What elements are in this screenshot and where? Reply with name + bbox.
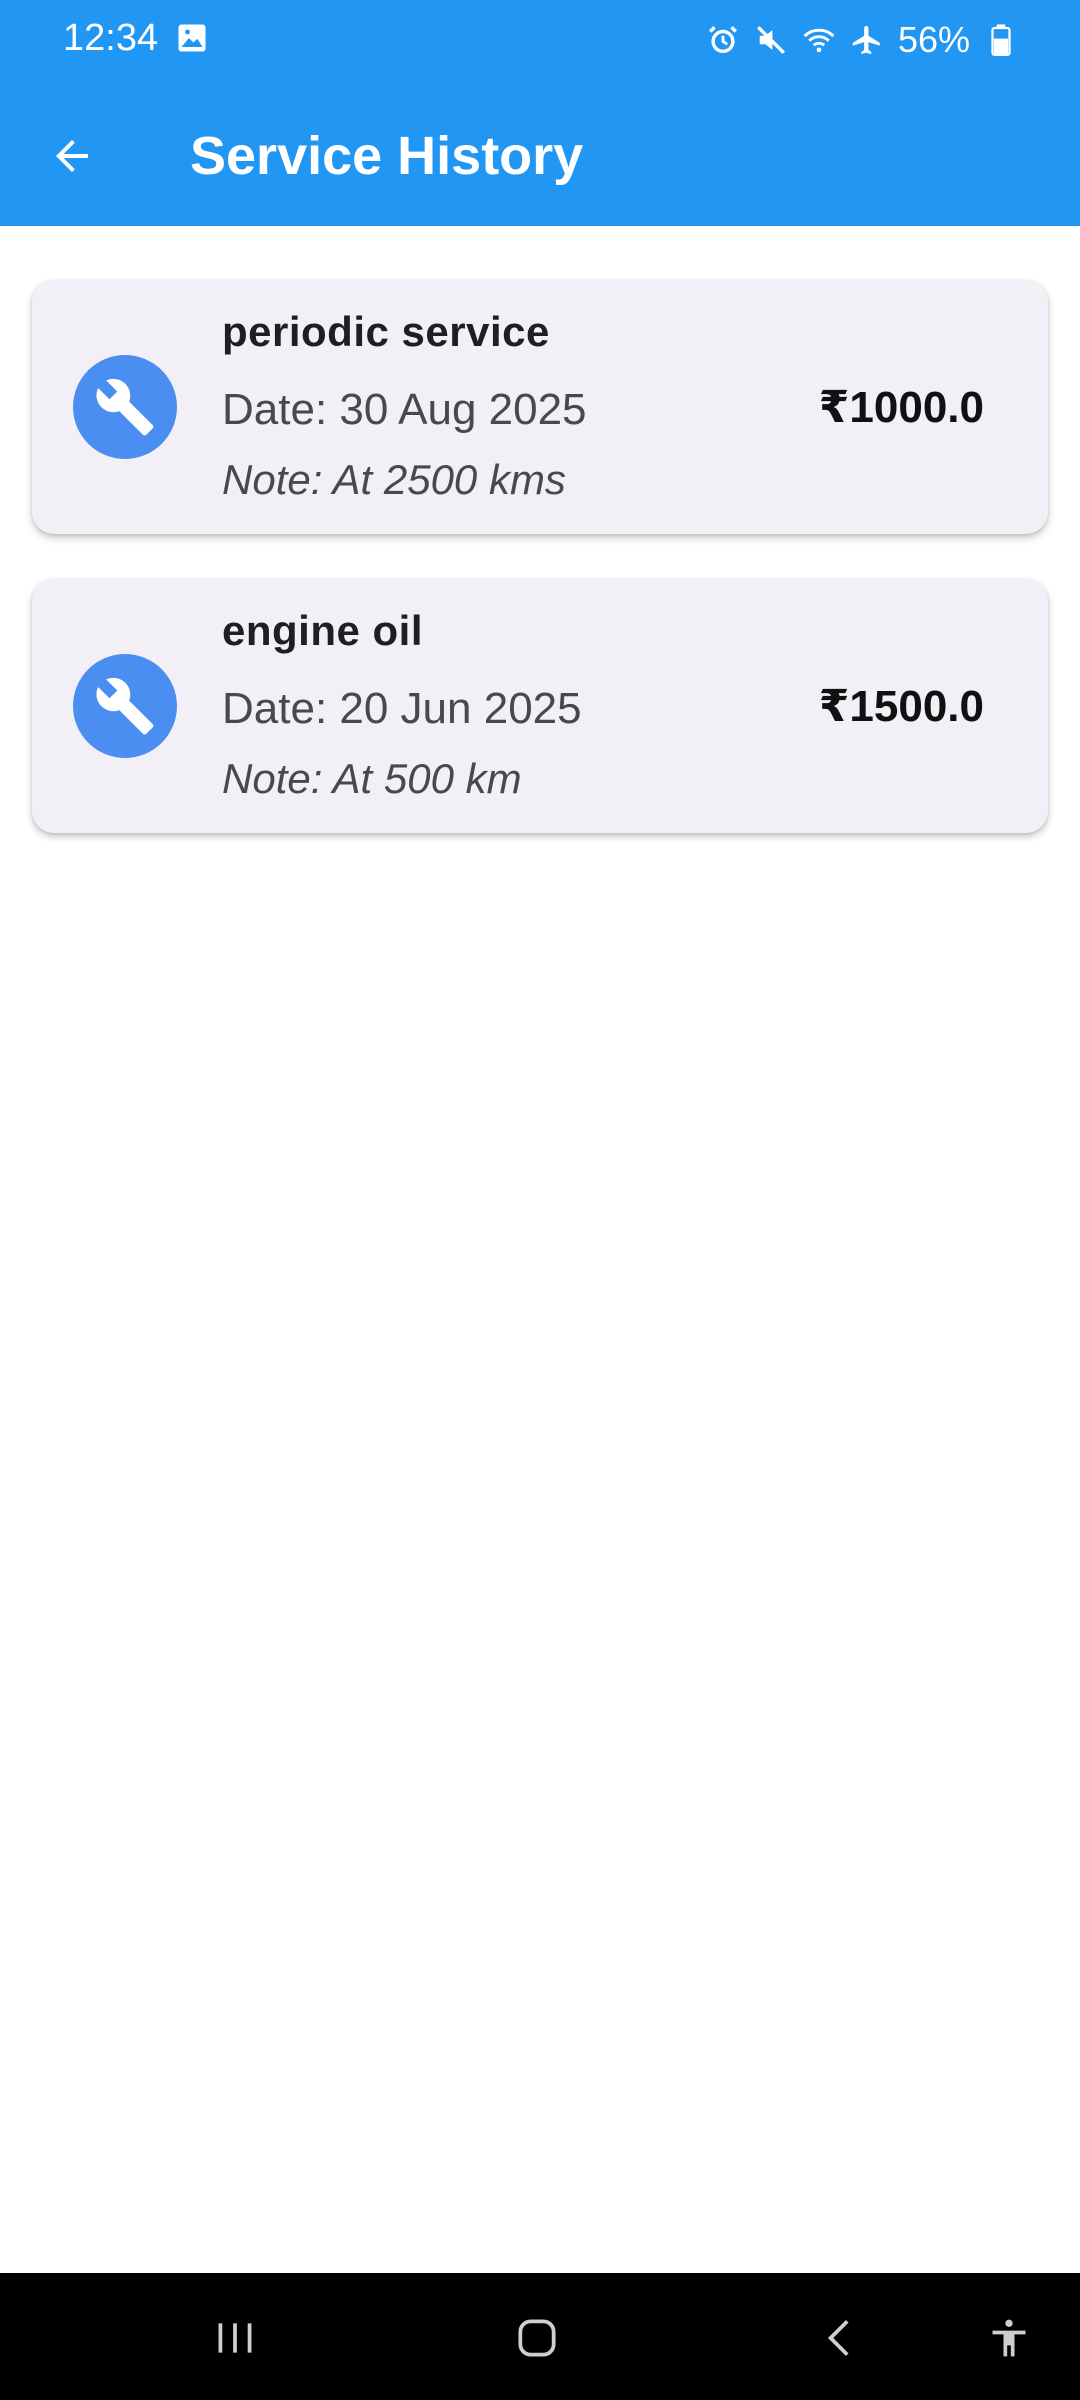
airplane-icon <box>850 23 884 57</box>
service-note: Note: At 2500 kms <box>222 456 566 503</box>
service-note: Note: At 500 km <box>222 755 522 802</box>
battery-percent: 56% <box>897 19 970 60</box>
service-amount: ₹1000.0 <box>818 383 984 432</box>
home-button[interactable] <box>502 2303 572 2373</box>
battery-icon <box>984 23 1018 57</box>
recents-button[interactable] <box>200 2303 270 2373</box>
service-card[interactable]: periodic service Date: 30 Aug 2025 Note:… <box>32 280 1048 534</box>
gallery-icon <box>174 20 210 56</box>
wifi-icon <box>802 23 836 57</box>
mute-icon <box>754 23 788 57</box>
alarm-icon <box>706 23 740 57</box>
service-date: Date: 30 Aug 2025 <box>222 385 587 434</box>
page-title: Service History <box>190 126 584 186</box>
service-avatar <box>73 654 177 758</box>
service-avatar <box>73 355 177 459</box>
accessibility-icon <box>992 2319 1026 2357</box>
system-nav-bar <box>0 2273 1080 2400</box>
wrench-icon <box>96 378 154 436</box>
service-title: engine oil <box>222 607 424 654</box>
status-time: 12:34 <box>63 17 159 59</box>
arrow-left-icon <box>56 140 88 172</box>
recents-icon <box>218 2323 252 2353</box>
status-icons: 56% <box>706 16 1018 64</box>
system-back-button[interactable] <box>806 2303 876 2373</box>
accessibility-button[interactable] <box>974 2303 1044 2373</box>
service-title: periodic service <box>222 308 550 355</box>
back-icon <box>827 2320 849 2356</box>
service-card[interactable]: engine oil Date: 20 Jun 2025 Note: At 50… <box>32 579 1048 833</box>
service-date: Date: 20 Jun 2025 <box>222 684 582 733</box>
status-bar: 12:34 56% <box>0 0 1080 80</box>
app-bar: Service History <box>0 80 1080 226</box>
service-amount: ₹1500.0 <box>818 682 984 731</box>
home-icon <box>518 2319 556 2357</box>
back-button[interactable] <box>36 120 108 192</box>
wrench-icon <box>96 677 154 735</box>
top-app-area: 12:34 56% Service History <box>0 0 1080 226</box>
